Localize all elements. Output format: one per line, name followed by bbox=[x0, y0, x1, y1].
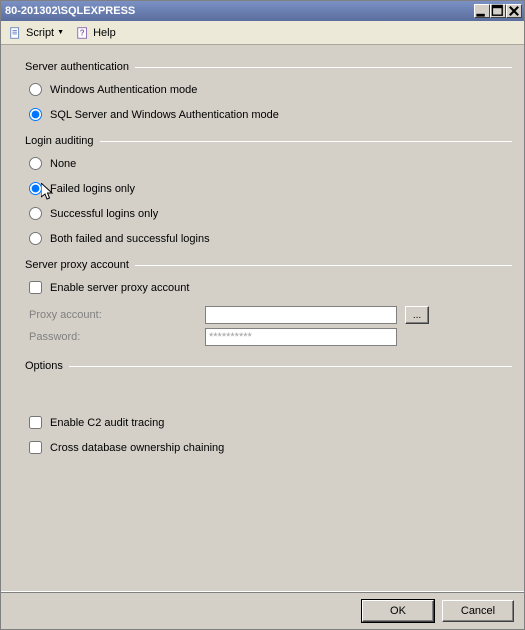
field-label: Password: bbox=[29, 331, 205, 343]
group-title: Options bbox=[25, 360, 69, 372]
proxy-group: Server proxy account Enable server proxy… bbox=[25, 259, 512, 346]
script-button[interactable]: Script ▼ bbox=[5, 24, 68, 42]
help-button[interactable]: ? Help bbox=[72, 24, 120, 42]
group-header: Options bbox=[25, 360, 512, 372]
window-title: 80-201302\SQLEXPRESS bbox=[3, 5, 135, 17]
checkbox-label: Enable C2 audit tracing bbox=[50, 417, 164, 429]
server-auth-group: Server authentication Windows Authentica… bbox=[25, 61, 512, 121]
radio-audit-both[interactable]: Both failed and successful logins bbox=[29, 232, 512, 245]
radio-input[interactable] bbox=[29, 182, 42, 195]
chevron-down-icon: ▼ bbox=[57, 29, 64, 36]
proxy-account-row: Proxy account: ... bbox=[29, 306, 512, 324]
radio-audit-none[interactable]: None bbox=[29, 157, 512, 170]
divider bbox=[69, 366, 512, 367]
radio-input[interactable] bbox=[29, 232, 42, 245]
radio-input[interactable] bbox=[29, 157, 42, 170]
group-title: Server proxy account bbox=[25, 259, 135, 271]
dialog-window: 80-201302\SQLEXPRESS Script ▼ ? bbox=[0, 0, 525, 630]
checkbox-input[interactable] bbox=[29, 416, 42, 429]
radio-input[interactable] bbox=[29, 83, 42, 96]
radio-input[interactable] bbox=[29, 207, 42, 220]
radio-label: None bbox=[50, 158, 76, 170]
group-header: Server authentication bbox=[25, 61, 512, 73]
toolbar: Script ▼ ? Help bbox=[1, 21, 524, 45]
content-area: Server authentication Windows Authentica… bbox=[1, 45, 524, 591]
script-icon bbox=[9, 26, 23, 40]
checkbox-c2-audit[interactable]: Enable C2 audit tracing bbox=[29, 416, 512, 429]
radio-label: Successful logins only bbox=[50, 208, 158, 220]
divider bbox=[135, 265, 512, 266]
proxy-password-input[interactable] bbox=[205, 328, 397, 346]
checkbox-input[interactable] bbox=[29, 281, 42, 294]
checkbox-label: Cross database ownership chaining bbox=[50, 442, 224, 454]
group-header: Server proxy account bbox=[25, 259, 512, 271]
radio-audit-failed[interactable]: Failed logins only bbox=[29, 182, 512, 195]
checkbox-label: Enable server proxy account bbox=[50, 282, 189, 294]
checkbox-input[interactable] bbox=[29, 441, 42, 454]
radio-sql-windows-auth[interactable]: SQL Server and Windows Authentication mo… bbox=[29, 108, 512, 121]
checkbox-cross-db[interactable]: Cross database ownership chaining bbox=[29, 441, 512, 454]
radio-label: Failed logins only bbox=[50, 183, 135, 195]
minimize-button[interactable] bbox=[474, 4, 490, 18]
titlebar[interactable]: 80-201302\SQLEXPRESS bbox=[1, 1, 524, 21]
proxy-password-row: Password: bbox=[29, 328, 512, 346]
close-button[interactable] bbox=[506, 4, 522, 18]
window-controls bbox=[474, 4, 522, 18]
radio-label: SQL Server and Windows Authentication mo… bbox=[50, 109, 279, 121]
group-header: Login auditing bbox=[25, 135, 512, 147]
radio-windows-auth[interactable]: Windows Authentication mode bbox=[29, 83, 512, 96]
maximize-button[interactable] bbox=[490, 4, 506, 18]
minimize-icon bbox=[475, 4, 489, 18]
maximize-icon bbox=[491, 4, 505, 18]
browse-button[interactable]: ... bbox=[405, 306, 429, 324]
options-group: Options Enable C2 audit tracing Cross da… bbox=[25, 360, 512, 454]
radio-input[interactable] bbox=[29, 108, 42, 121]
divider bbox=[100, 141, 512, 142]
login-audit-group: Login auditing None Failed logins only S… bbox=[25, 135, 512, 245]
help-icon: ? bbox=[76, 26, 90, 40]
group-title: Login auditing bbox=[25, 135, 100, 147]
divider bbox=[135, 67, 512, 68]
cancel-button[interactable]: Cancel bbox=[442, 600, 514, 622]
radio-label: Both failed and successful logins bbox=[50, 233, 210, 245]
radio-audit-success[interactable]: Successful logins only bbox=[29, 207, 512, 220]
button-bar: OK Cancel bbox=[1, 591, 524, 629]
svg-text:?: ? bbox=[80, 28, 85, 37]
ok-button[interactable]: OK bbox=[362, 600, 434, 622]
close-icon bbox=[507, 4, 521, 18]
proxy-account-input[interactable] bbox=[205, 306, 397, 324]
field-label: Proxy account: bbox=[29, 309, 205, 321]
group-title: Server authentication bbox=[25, 61, 135, 73]
radio-label: Windows Authentication mode bbox=[50, 84, 197, 96]
script-label: Script bbox=[26, 27, 54, 39]
checkbox-enable-proxy[interactable]: Enable server proxy account bbox=[29, 281, 512, 294]
help-label: Help bbox=[93, 27, 116, 39]
